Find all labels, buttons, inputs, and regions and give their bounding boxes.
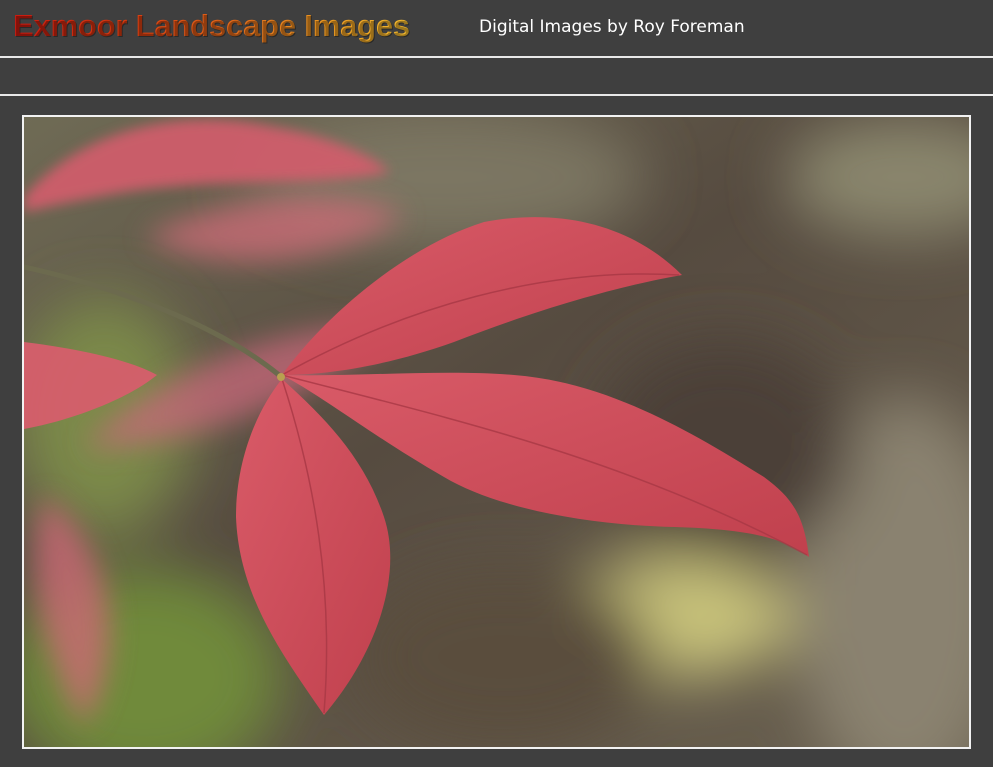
site-header: Exmoor Landscape Images Digital Images b… [0,0,993,58]
site-subtitle: Digital Images by Roy Foreman [479,17,745,37]
main-photo-frame [22,115,971,749]
navigation-bar [0,60,993,96]
site-title[interactable]: Exmoor Landscape Images [13,8,410,44]
page: Exmoor Landscape Images Digital Images b… [0,0,993,767]
red-leaves-photo[interactable] [24,117,969,747]
